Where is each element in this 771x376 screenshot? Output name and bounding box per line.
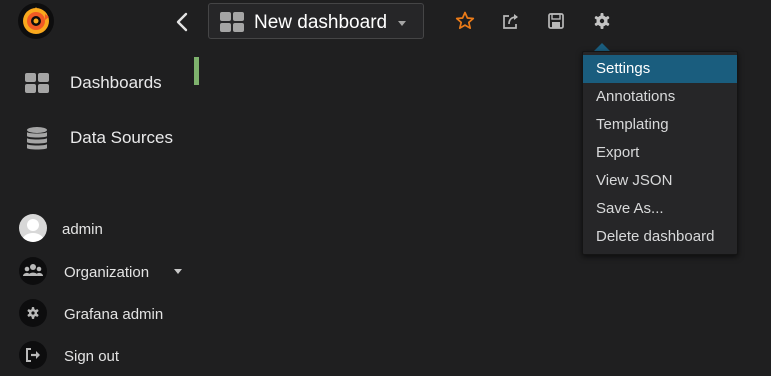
sidebar-item-grafana-admin[interactable]: Grafana admin [0,295,200,331]
grafana-logo[interactable] [18,3,54,39]
dropdown-arrow [594,43,610,51]
share-icon[interactable] [500,10,522,32]
chevron-down-icon [174,269,182,274]
users-icon [19,257,47,285]
sidebar-item-data-sources[interactable]: Data Sources [0,118,200,158]
gear-icon[interactable] [591,10,613,32]
menu-item-annotations[interactable]: Annotations [583,83,737,111]
active-indicator [194,57,199,85]
dashboard-grid-icon [24,71,50,97]
sidebar-item-dashboards[interactable]: Dashboards [0,63,200,103]
chevron-left-icon[interactable] [170,10,196,34]
user-name: admin [62,221,103,238]
grafana-admin-label: Grafana admin [64,306,164,323]
menu-item-view-json[interactable]: View JSON [583,167,737,195]
chevron-down-icon [398,21,406,26]
menu-item-save-as[interactable]: Save As... [583,195,737,223]
star-icon[interactable] [454,10,476,32]
dashboard-title: New dashboard [254,12,388,33]
menu-item-export[interactable]: Export [583,139,737,167]
avatar [19,214,47,242]
menu-item-delete-dashboard[interactable]: Delete dashboard [583,223,737,251]
top-navbar: New dashboard [0,0,771,44]
sign-out-icon [19,341,47,369]
sidebar-item-label: Data Sources [70,128,173,147]
gear-icon [19,299,47,327]
sidebar-item-label: Dashboards [70,73,162,92]
menu-item-templating[interactable]: Templating [583,111,737,139]
settings-dropdown-menu: Settings Annotations Templating Export V… [582,51,738,255]
dashboard-title-button[interactable]: New dashboard [208,3,424,39]
database-icon [24,126,50,152]
menu-item-settings[interactable]: Settings [583,55,737,83]
dashboard-grid-icon [220,12,244,32]
organization-label: Organization [64,264,150,281]
save-icon[interactable] [545,10,567,32]
sign-out-label: Sign out [64,348,120,365]
sidebar-user-profile[interactable]: admin [0,210,200,246]
sidebar-item-sign-out[interactable]: Sign out [0,337,200,373]
sidebar-item-organization[interactable]: Organization [0,253,200,289]
